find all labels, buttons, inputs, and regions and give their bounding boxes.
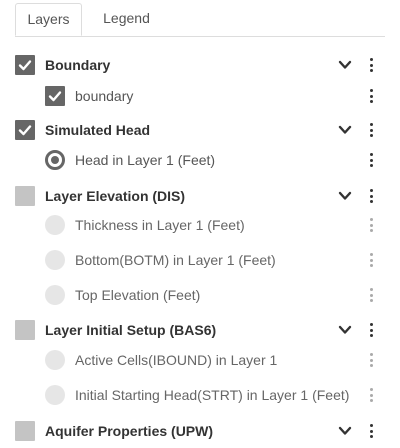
layer-radio[interactable]: [45, 285, 65, 305]
layer-row-ibound[interactable]: Active Cells(IBOUND) in Layer 1: [0, 348, 400, 372]
more-vertical-icon[interactable]: [370, 288, 374, 302]
chevron-down-icon[interactable]: [338, 190, 352, 202]
layer-label: Top Elevation (Feet): [75, 287, 201, 303]
layer-label: Initial Starting Head(STRT) in Layer 1 (…: [75, 387, 350, 403]
more-vertical-icon[interactable]: [370, 424, 374, 438]
group-row-aquifer-properties[interactable]: Aquifer Properties (UPW): [0, 419, 400, 443]
group-row-layer-elevation[interactable]: Layer Elevation (DIS): [0, 184, 400, 208]
layer-label: Bottom(BOTM) in Layer 1 (Feet): [75, 252, 276, 268]
layer-tabs: Layers Legend: [15, 3, 385, 37]
more-vertical-icon[interactable]: [370, 189, 374, 203]
tab-layers[interactable]: Layers: [15, 3, 82, 36]
more-vertical-icon[interactable]: [370, 153, 374, 167]
layer-label: boundary: [75, 88, 134, 104]
more-vertical-icon[interactable]: [370, 253, 374, 267]
chevron-down-icon[interactable]: [338, 124, 352, 136]
layer-checkbox[interactable]: [45, 86, 65, 106]
chevron-down-icon[interactable]: [338, 324, 352, 336]
chevron-down-icon[interactable]: [338, 59, 352, 71]
layer-row-head[interactable]: Head in Layer 1 (Feet): [0, 148, 400, 172]
group-row-initial-setup[interactable]: Layer Initial Setup (BAS6): [0, 318, 400, 342]
more-vertical-icon[interactable]: [370, 388, 374, 402]
more-vertical-icon[interactable]: [370, 58, 374, 72]
check-icon: [48, 91, 62, 102]
layer-row-strt[interactable]: Initial Starting Head(STRT) in Layer 1 (…: [0, 383, 400, 407]
group-row-boundary[interactable]: Boundary: [0, 53, 400, 77]
group-row-simulated-head[interactable]: Simulated Head: [0, 118, 400, 142]
check-icon: [18, 125, 32, 136]
group-checkbox[interactable]: [15, 421, 35, 441]
group-title: Layer Elevation (DIS): [45, 188, 186, 204]
layer-row-thickness[interactable]: Thickness in Layer 1 (Feet): [0, 213, 400, 237]
group-checkbox[interactable]: [15, 320, 35, 340]
layer-row-boundary[interactable]: boundary: [0, 84, 400, 108]
chevron-down-icon[interactable]: [338, 425, 352, 437]
layer-label: Active Cells(IBOUND) in Layer 1: [75, 352, 278, 368]
layer-radio[interactable]: [45, 150, 65, 170]
check-icon: [18, 60, 32, 71]
layer-row-top-elevation[interactable]: Top Elevation (Feet): [0, 283, 400, 307]
layer-row-bottom[interactable]: Bottom(BOTM) in Layer 1 (Feet): [0, 248, 400, 272]
more-vertical-icon[interactable]: [370, 218, 374, 232]
group-title: Aquifer Properties (UPW): [45, 423, 214, 439]
group-title: Boundary: [45, 57, 111, 73]
group-title: Simulated Head: [45, 122, 151, 138]
group-checkbox[interactable]: [15, 55, 35, 75]
more-vertical-icon[interactable]: [370, 353, 374, 367]
group-title: Layer Initial Setup (BAS6): [45, 322, 217, 338]
tab-legend[interactable]: Legend: [82, 3, 171, 36]
layer-radio[interactable]: [45, 250, 65, 270]
layer-radio[interactable]: [45, 385, 65, 405]
group-checkbox[interactable]: [15, 120, 35, 140]
layer-radio[interactable]: [45, 215, 65, 235]
more-vertical-icon[interactable]: [370, 323, 374, 337]
layer-label: Head in Layer 1 (Feet): [75, 152, 216, 168]
layer-label: Thickness in Layer 1 (Feet): [75, 217, 245, 233]
layer-radio[interactable]: [45, 350, 65, 370]
group-checkbox[interactable]: [15, 186, 35, 206]
more-vertical-icon[interactable]: [370, 89, 374, 103]
more-vertical-icon[interactable]: [370, 123, 374, 137]
